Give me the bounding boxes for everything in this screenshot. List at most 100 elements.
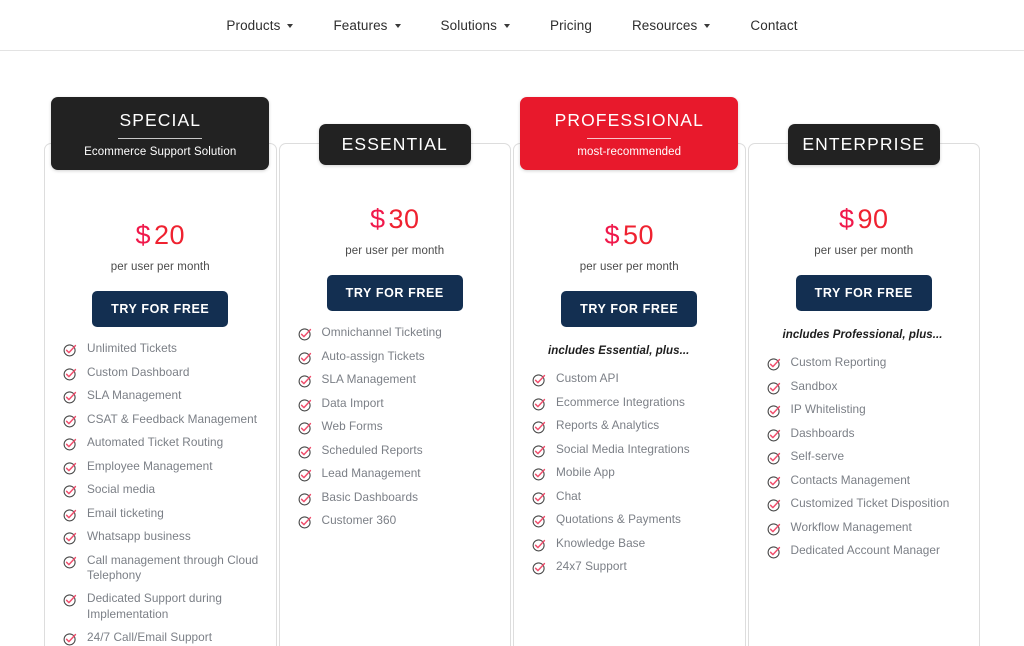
feature-item: 24/7 Call/Email Support — [63, 630, 262, 646]
feature-item: Omnichannel Ticketing — [298, 325, 497, 341]
check-circle-icon — [298, 351, 312, 365]
nav-item-pricing[interactable]: Pricing — [530, 18, 612, 33]
feature-label: Contacts Management — [790, 472, 911, 487]
check-circle-icon — [532, 538, 546, 552]
feature-item: Social Media Integrations — [532, 442, 731, 458]
check-circle-icon — [532, 514, 546, 528]
nav-item-features[interactable]: Features — [313, 18, 420, 33]
pricing-card-special: SPECIAL Ecommerce Support Solution $20 per … — [44, 97, 277, 646]
plan-price: $30 — [280, 206, 511, 233]
nav-item-label: Features — [333, 17, 388, 33]
check-circle-icon — [63, 531, 77, 545]
check-circle-icon — [532, 561, 546, 575]
plan-badge: SPECIAL Ecommerce Support Solution — [51, 97, 270, 171]
plan-price: $50 — [514, 222, 745, 249]
feature-item: CSAT & Feedback Management — [63, 412, 262, 428]
chevron-down-icon — [503, 24, 510, 28]
feature-item: Contacts Management — [767, 473, 966, 489]
feature-label: Employee Management — [87, 458, 213, 473]
check-circle-icon — [298, 445, 312, 459]
feature-item: Chat — [532, 489, 731, 505]
nav-item-resources[interactable]: Resources — [612, 18, 730, 33]
check-circle-icon — [767, 545, 781, 559]
price-amount: 90 — [857, 204, 889, 234]
feature-label: Dedicated Account Manager — [790, 543, 940, 557]
feature-item: SLA Management — [63, 388, 262, 404]
check-circle-icon — [63, 484, 77, 498]
check-circle-icon — [767, 404, 781, 418]
feature-item: Dedicated Support during Implementation — [63, 591, 262, 622]
check-circle-icon — [63, 555, 77, 569]
check-circle-icon — [767, 498, 781, 512]
try-for-free-button[interactable]: TRY FOR FREE — [92, 291, 229, 327]
plan-badge: PROFESSIONAL most-recommended — [520, 97, 739, 171]
check-circle-icon — [298, 398, 312, 412]
currency-symbol: $ — [135, 220, 151, 250]
check-circle-icon — [767, 357, 781, 371]
feature-list: Custom API Ecommerce Integrations Reports … — [514, 371, 745, 575]
feature-item: Call management through Cloud Telephony — [63, 553, 262, 584]
price-note: per user per month — [814, 245, 914, 257]
feature-item: Employee Management — [63, 459, 262, 475]
nav-item-products[interactable]: Products — [206, 18, 313, 33]
check-circle-icon — [767, 475, 781, 489]
price-amount: 30 — [388, 204, 420, 234]
price-amount: 50 — [622, 220, 655, 250]
try-for-free-button[interactable]: TRY FOR FREE — [326, 275, 463, 311]
plan-price: $90 — [749, 206, 980, 233]
check-circle-icon — [767, 428, 781, 442]
feature-item: Auto-assign Tickets — [298, 349, 497, 365]
price-note: per user per month — [579, 261, 679, 273]
try-for-free-button[interactable]: TRY FOR FREE — [561, 291, 698, 327]
feature-item: Mobile App — [532, 465, 731, 481]
feature-label: Customized Ticket Disposition — [790, 496, 950, 510]
feature-label: Basic Dashboards — [321, 489, 419, 504]
nav-item-solutions[interactable]: Solutions — [421, 18, 530, 33]
feature-item: Workflow Management — [767, 520, 966, 536]
feature-label: Whatsapp business — [87, 529, 191, 543]
feature-item: SLA Management — [298, 372, 497, 388]
feature-label: SLA Management — [87, 388, 182, 402]
try-for-free-button[interactable]: TRY FOR FREE — [795, 275, 932, 311]
check-circle-icon — [532, 397, 546, 411]
check-circle-icon — [63, 508, 77, 522]
feature-item: IP Whitelisting — [767, 402, 966, 418]
card-body: $20 per user per month TRY FOR FREE — [45, 144, 276, 327]
nav-item-contact[interactable]: Contact — [730, 18, 817, 33]
feature-label: Automated Ticket Routing — [87, 435, 224, 449]
feature-item: Customized Ticket Disposition — [767, 496, 966, 512]
feature-label: Self-serve — [790, 449, 845, 463]
check-circle-icon — [767, 381, 781, 395]
nav-item-label: Solutions — [440, 17, 497, 33]
check-circle-icon — [63, 461, 77, 475]
nav-item-label: Contact — [750, 17, 798, 33]
feature-label: Sandbox — [790, 378, 838, 393]
plan-badge: ESSENTIAL — [318, 124, 471, 166]
feature-label: Custom API — [556, 371, 619, 385]
check-circle-icon — [532, 444, 546, 458]
price-amount: 20 — [153, 220, 186, 250]
check-circle-icon — [532, 491, 546, 505]
badge-divider — [118, 138, 203, 140]
nav-item-label: Products — [226, 17, 281, 33]
feature-item: Social media — [63, 482, 262, 498]
pricing-card-essential: ESSENTIAL $30 per user per month TRY FOR FR… — [278, 124, 511, 646]
plan-price: $20 — [45, 222, 276, 249]
pricing-cards-row: SPECIAL Ecommerce Support Solution $20 per … — [44, 97, 980, 646]
feature-label: Call management through Cloud Telephony — [87, 552, 259, 583]
feature-item: Basic Dashboards — [298, 490, 497, 506]
feature-label: 24x7 Support — [556, 559, 627, 573]
feature-label: IP Whitelisting — [790, 402, 866, 416]
feature-item: Custom API — [532, 371, 731, 387]
main-navigation: Products Features Solutions Pricing Resource… — [0, 0, 1024, 51]
check-circle-icon — [63, 414, 77, 428]
pricing-card-enterprise: ENTERPRISE $90 per user per month TRY FOR F… — [747, 124, 980, 646]
includes-note: includes Essential, plus... — [548, 345, 690, 357]
check-circle-icon — [298, 327, 312, 341]
feature-label: Lead Management — [321, 466, 421, 480]
check-circle-icon — [298, 468, 312, 482]
feature-label: Unlimited Tickets — [87, 341, 178, 355]
feature-item: Dedicated Account Manager — [767, 543, 966, 559]
feature-item: Knowledge Base — [532, 536, 731, 552]
plan-name: PROFESSIONAL — [554, 110, 704, 130]
